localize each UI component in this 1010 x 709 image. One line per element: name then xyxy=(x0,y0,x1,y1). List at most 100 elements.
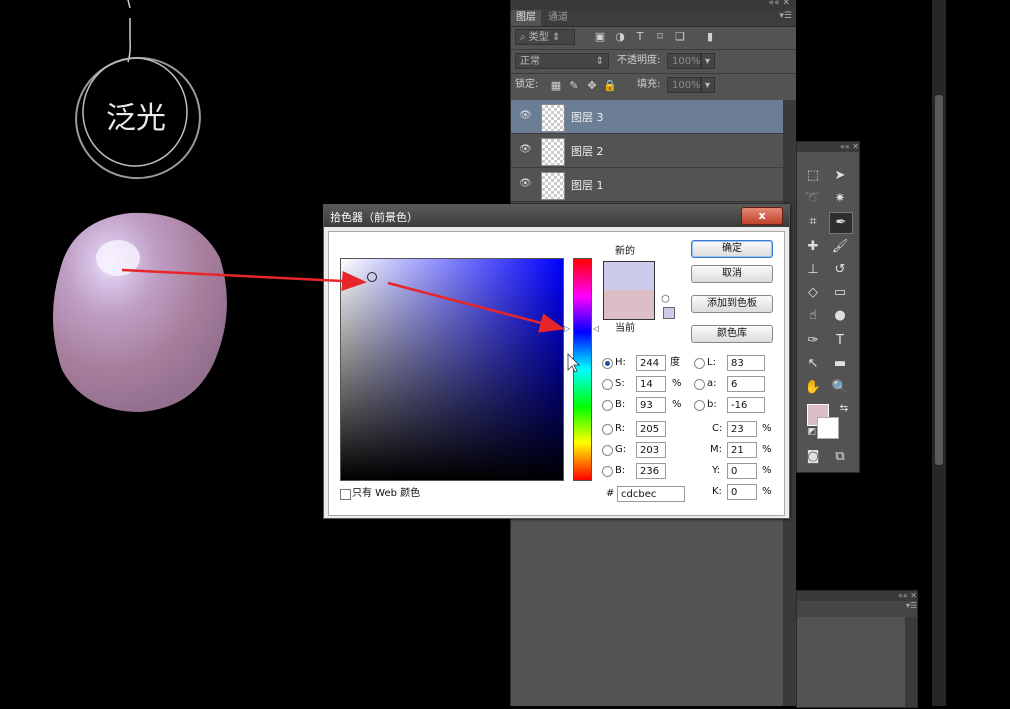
red-radio[interactable] xyxy=(602,424,613,435)
type-tool-icon[interactable]: T xyxy=(829,331,851,351)
brightness-radio[interactable] xyxy=(602,400,613,411)
filter-type-select[interactable]: ⌕ 类型 ⇕ xyxy=(515,29,575,45)
opacity-dropdown-icon[interactable]: ▾ xyxy=(701,53,715,69)
lock-position-icon[interactable]: ✥ xyxy=(585,79,599,93)
hue-input[interactable]: 244 xyxy=(636,355,666,371)
magic-wand-tool-icon[interactable]: ✷ xyxy=(829,189,851,209)
collapse-icon[interactable]: «« ✕ xyxy=(769,0,790,8)
history-brush-tool-icon[interactable]: ↺ xyxy=(829,260,851,280)
lab-a-input[interactable]: 6 xyxy=(727,376,765,392)
hex-input[interactable]: cdcbec xyxy=(617,486,685,502)
web-safe-color-swatch[interactable] xyxy=(663,307,675,319)
scrollbar-thumb[interactable] xyxy=(935,95,943,465)
green-radio[interactable] xyxy=(602,445,613,456)
filter-type-label: 类型 xyxy=(528,32,549,43)
brightness-input[interactable]: 93 xyxy=(636,397,666,413)
lab-b-radio[interactable] xyxy=(694,400,705,411)
layer-row-1[interactable]: 👁 图层 1 xyxy=(511,168,783,202)
quick-mask-icon[interactable]: ◙ xyxy=(802,447,824,467)
shape-filter-icon[interactable]: ⌑ xyxy=(653,30,667,44)
brush-tool-icon[interactable]: 🖌 xyxy=(829,237,851,257)
tools-panel-header[interactable]: «« ✕ xyxy=(797,142,859,152)
brightness-label: B: xyxy=(615,399,626,410)
layer-name: 图层 2 xyxy=(571,145,604,158)
lab-l-radio[interactable] xyxy=(694,358,705,369)
lock-transparent-icon[interactable]: ▦ xyxy=(549,79,563,93)
cancel-button[interactable]: 取消 xyxy=(691,265,773,283)
gamut-warning-icon[interactable]: ⬡ xyxy=(661,294,670,305)
move-tool-icon[interactable]: ➤ xyxy=(829,166,851,186)
filter-toggle-icon[interactable]: ▮ xyxy=(703,30,717,44)
black-input[interactable]: 0 xyxy=(727,484,757,500)
lab-l-input[interactable]: 83 xyxy=(727,355,765,371)
ok-button[interactable]: 确定 xyxy=(691,240,773,258)
secondary-panel-scrollbar[interactable] xyxy=(905,617,917,707)
healing-brush-tool-icon[interactable]: ✚ xyxy=(802,237,824,257)
pen-tool-icon[interactable]: ✑ xyxy=(802,331,824,351)
lab-a-label: a: xyxy=(707,378,717,389)
hue-slider-handle-right[interactable]: ◁ xyxy=(593,324,599,333)
eraser-tool-icon[interactable]: ◇ xyxy=(802,283,824,303)
hue-radio[interactable] xyxy=(602,358,613,369)
visibility-eye-icon[interactable]: 👁 xyxy=(519,110,532,122)
visibility-eye-icon[interactable]: 👁 xyxy=(519,144,532,156)
add-to-swatches-button[interactable]: 添加到色板 xyxy=(691,295,773,313)
dialog-titlebar[interactable]: 拾色器（前景色） x xyxy=(324,205,789,227)
smudge-tool-icon[interactable]: ☝ xyxy=(802,306,824,326)
hand-tool-icon[interactable]: ✋ xyxy=(802,378,824,398)
tab-layers[interactable]: 图层 xyxy=(511,10,541,26)
panel-topbar[interactable]: «« ✕ xyxy=(511,0,796,10)
dodge-tool-icon[interactable]: ● xyxy=(829,306,851,326)
current-color-swatch[interactable] xyxy=(603,290,655,320)
opacity-input[interactable]: 100% xyxy=(667,53,701,69)
rectangle-tool-icon[interactable]: ▬ xyxy=(829,354,851,374)
blue-input[interactable]: 236 xyxy=(636,463,666,479)
green-input[interactable]: 203 xyxy=(636,442,666,458)
cyan-input[interactable]: 23 xyxy=(727,421,757,437)
default-colors-icon[interactable]: ◩ xyxy=(801,422,823,442)
layer-row-3[interactable]: 👁 图层 3 xyxy=(511,100,783,134)
screen-mode-icon[interactable]: ⧉ xyxy=(829,447,851,467)
hue-slider[interactable] xyxy=(573,258,592,481)
filter-row: ⌕ 类型 ⇕ ▣ ◑ T ⌑ ❏ ▮ xyxy=(511,27,796,49)
swap-colors-icon[interactable]: ⇆ xyxy=(833,399,855,419)
close-button[interactable]: x xyxy=(741,207,783,225)
marquee-tool-icon[interactable]: ⬚ xyxy=(802,166,824,186)
fill-input[interactable]: 100% xyxy=(667,77,701,93)
type-filter-icon[interactable]: T xyxy=(633,30,647,44)
layer-row-2[interactable]: 👁 图层 2 xyxy=(511,134,783,168)
red-input[interactable]: 205 xyxy=(636,421,666,437)
zoom-tool-icon[interactable]: 🔍 xyxy=(829,378,851,398)
visibility-eye-icon[interactable]: 👁 xyxy=(519,178,532,190)
fill-dropdown-icon[interactable]: ▾ xyxy=(701,77,715,93)
lab-b-input[interactable]: -16 xyxy=(727,397,765,413)
secondary-panel-header[interactable]: «« ✕ xyxy=(797,591,917,601)
path-selection-tool-icon[interactable]: ↖ xyxy=(802,354,824,374)
saturation-radio[interactable] xyxy=(602,379,613,390)
color-libraries-button[interactable]: 颜色库 xyxy=(691,325,773,343)
web-colors-only-checkbox[interactable] xyxy=(340,489,351,500)
yellow-input[interactable]: 0 xyxy=(727,463,757,479)
tab-channels[interactable]: 通道 xyxy=(543,10,573,26)
lasso-tool-icon[interactable]: ➰ xyxy=(802,189,824,209)
smart-object-filter-icon[interactable]: ❏ xyxy=(673,30,687,44)
panel-menu-icon[interactable]: ▾☰ xyxy=(779,11,792,21)
color-picker-cursor[interactable] xyxy=(367,272,377,282)
hue-slider-handle-left[interactable]: ▷ xyxy=(564,324,570,333)
lock-all-icon[interactable]: 🔒 xyxy=(603,79,617,93)
image-filter-icon[interactable]: ▣ xyxy=(593,30,607,44)
lab-a-radio[interactable] xyxy=(694,379,705,390)
black-label: K: xyxy=(712,486,722,497)
blend-mode-select[interactable]: 正常 ⇕ xyxy=(515,53,609,69)
clone-stamp-tool-icon[interactable]: ⊥ xyxy=(802,260,824,280)
gradient-tool-icon[interactable]: ▭ xyxy=(829,283,851,303)
saturation-input[interactable]: 14 xyxy=(636,376,666,392)
adjustment-filter-icon[interactable]: ◑ xyxy=(613,30,627,44)
crop-tool-icon[interactable]: ⌗ xyxy=(802,212,824,232)
eyedropper-tool-icon[interactable]: ✒ xyxy=(829,212,853,234)
secondary-panel-menu-icon[interactable]: ▾☰ xyxy=(797,601,917,617)
saturation-brightness-field[interactable] xyxy=(340,258,564,481)
magenta-input[interactable]: 21 xyxy=(727,442,757,458)
lock-brush-icon[interactable]: ✎ xyxy=(567,79,581,93)
blue-radio[interactable] xyxy=(602,466,613,477)
